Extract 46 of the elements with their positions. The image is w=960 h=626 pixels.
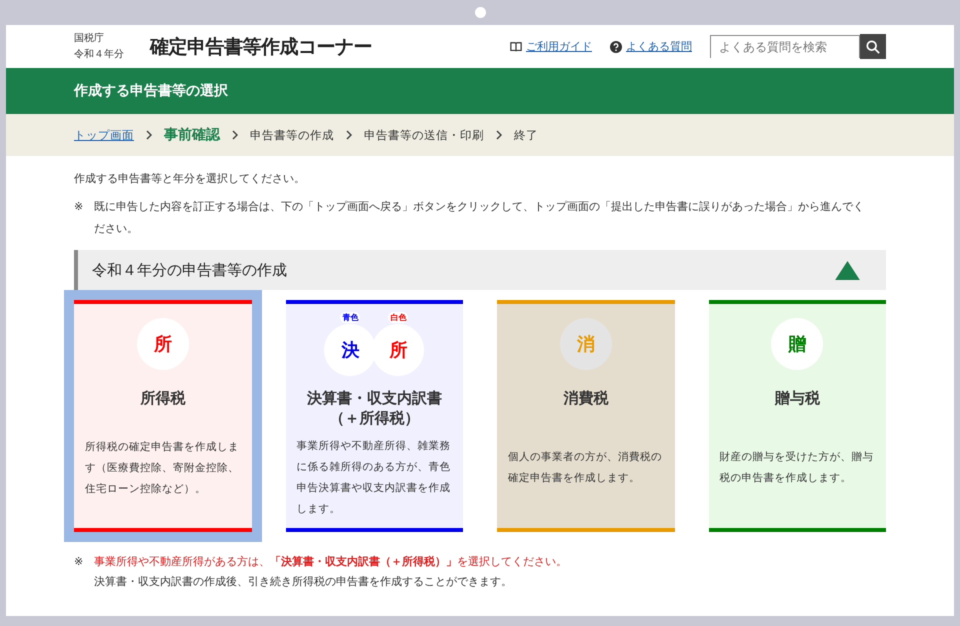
chevron-icon	[146, 130, 152, 140]
tax-card[interactable]: 消 消費税 個人の事業者の方が、消費税の確定申告書を作成します。	[497, 300, 674, 532]
search-button[interactable]	[860, 34, 886, 59]
year-label: 令和４年分	[74, 48, 125, 62]
note-mark: ※	[74, 199, 84, 215]
agency-name: 国税庁	[74, 32, 105, 46]
section-title: 令和４年分の申告書等の作成	[92, 260, 287, 280]
tax-card[interactable]: 青色 決 白色 所 決算書・収支内訳書（＋所得税） 事業所得や不動産所得、雑業務に係る雑所得のある方が、青色申告決算書や収支内訳書を作成します。	[286, 300, 463, 532]
section-header[interactable]: 令和４年分の申告書等の作成	[74, 250, 886, 290]
card-title: 所得税	[140, 388, 186, 408]
tax-card[interactable]: 贈 贈与税 財産の贈与を受けた方が、贈与税の申告書を作成します。	[708, 300, 886, 532]
breadcrumb-step: 申告書等の作成	[250, 128, 334, 142]
tax-card[interactable]: 所 所得税 所得税の確定申告書を作成します（医療費控除、寄附金控除、住宅ローン控除など）。	[74, 300, 252, 532]
tax-symbol: 消	[576, 333, 595, 356]
color-tag: 青色	[340, 312, 360, 323]
site-title: 確定申告書等作成コーナー	[150, 34, 372, 60]
guide-link[interactable]: ご利用ガイド	[510, 39, 592, 54]
card-title: 決算書・収支内訳書（＋所得税）	[306, 388, 443, 428]
page-title: 作成する申告書等の選択	[74, 82, 228, 100]
search-field[interactable]: よくある質問を検索	[710, 35, 860, 58]
chevron-icon	[346, 130, 352, 140]
note-mark: ※	[74, 554, 84, 570]
chevron-icon	[232, 130, 238, 140]
tax-symbol: 所	[389, 339, 408, 362]
card-description: 個人の事業者の方が、消費税の確定申告書を作成します。	[507, 450, 663, 486]
help-icon	[610, 40, 622, 52]
instruction-text: 作成する申告書等と年分を選択してください。	[74, 171, 306, 187]
breadcrumb-step: 終了	[514, 128, 538, 142]
card-description: 所得税の確定申告書を作成します（医療費控除、寄附金控除、住宅ローン控除など）。	[84, 440, 240, 496]
card-description: 財産の贈与を受けた方が、贈与税の申告書を作成します。	[718, 450, 874, 486]
tax-symbol: 贈	[788, 333, 806, 356]
book-icon	[510, 40, 522, 52]
color-tag: 白色	[388, 312, 408, 323]
warning-text: 事業所得や不動産所得がある方は、「決算書・収支内訳書（＋所得税）」を選択してください。	[94, 554, 567, 570]
tax-symbol: 決	[341, 339, 360, 362]
note-text: 決算書・収支内訳書の作成後、引き続き所得税の申告書を作成することができます。	[94, 574, 513, 590]
search-icon	[866, 40, 880, 54]
note-text: 既に申告した内容を訂正する場合は、下の「トップ画面へ戻る」ボタンをクリックして、トップ画面の「提出した申告書に誤りがあった場合」から進んでください。	[94, 199, 865, 237]
breadcrumb-link[interactable]: トップ画面	[74, 128, 134, 142]
breadcrumb-step: 事前確認	[164, 126, 220, 144]
card-description: 事業所得や不動産所得、雑業務に係る雑所得のある方が、青色申告決算書や収支内訳書を作成します。	[296, 439, 452, 517]
card-title: 消費税	[563, 388, 608, 408]
breadcrumb-step: 申告書等の送信・印刷	[364, 128, 484, 142]
chevron-icon	[496, 130, 502, 140]
card-title: 贈与税	[774, 388, 820, 408]
tax-symbol: 所	[154, 333, 172, 356]
